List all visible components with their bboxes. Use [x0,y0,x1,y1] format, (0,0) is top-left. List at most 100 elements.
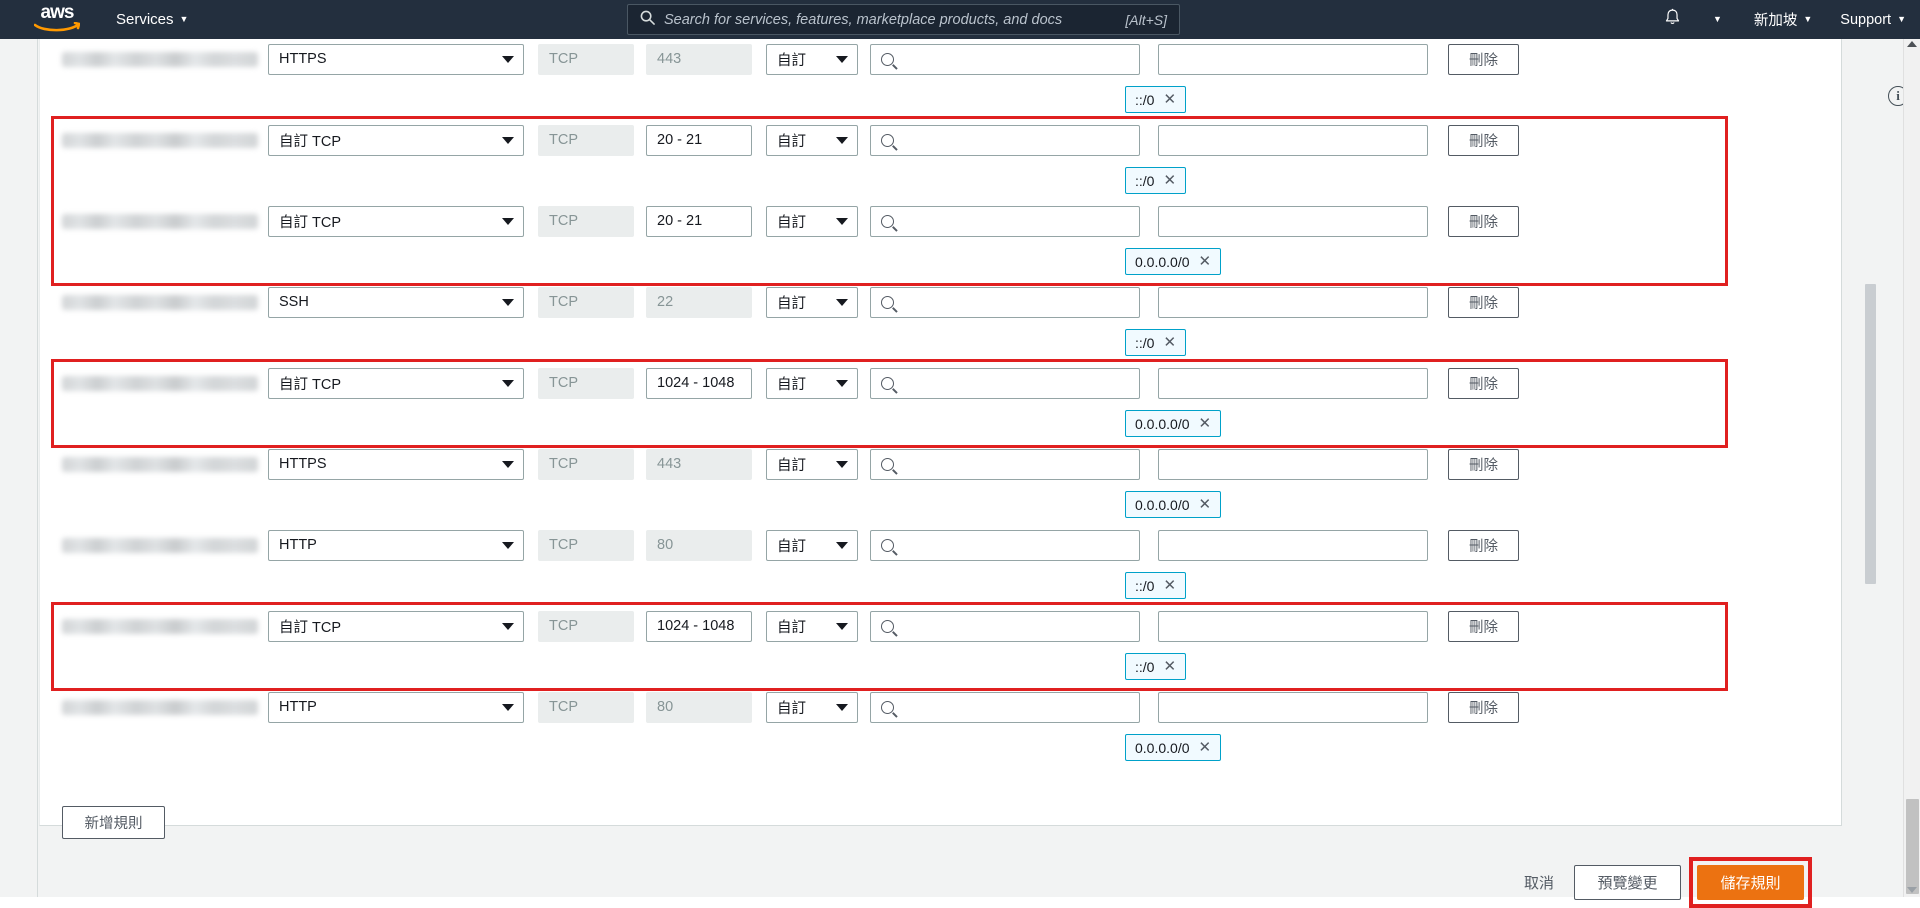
delete-rule-button[interactable]: 刪除 [1448,448,1519,480]
rule-block: HTTPS TCP 443 自訂 刪除::/0 ✕ [40,39,1841,120]
source-search-input[interactable] [870,610,1140,642]
delete-rule-button[interactable]: 刪除 [1448,205,1519,237]
chevron-down-icon [836,137,848,144]
cidr-chip: ::/0 ✕ [1125,329,1187,356]
rule-type-select[interactable]: HTTPS [268,43,524,75]
panel-scrollbar[interactable] [1864,39,1878,859]
port-range-input[interactable]: 20 - 21 [646,205,752,237]
source-type-value: 自訂 [777,538,806,555]
port-range-field: 443 [646,43,752,75]
save-rules-button[interactable]: 儲存規則 [1697,864,1804,900]
delete-rule-button[interactable]: 刪除 [1448,124,1519,156]
source-search-input[interactable] [870,205,1140,237]
rule-type-value: 自訂 TCP [279,214,342,231]
source-type-select[interactable]: 自訂 [766,367,858,399]
close-icon[interactable]: ✕ [1163,578,1176,593]
close-icon[interactable]: ✕ [1199,740,1212,755]
source-type-select[interactable]: 自訂 [766,205,858,237]
delete-rule-button[interactable]: 刪除 [1448,691,1519,723]
rule-type-select[interactable]: 自訂 TCP [268,367,524,399]
source-search-input[interactable] [870,367,1140,399]
scroll-up-arrow-icon[interactable] [1907,41,1917,47]
source-search-input[interactable] [870,286,1140,318]
source-type-select[interactable]: 自訂 [766,529,858,561]
rule-type-select[interactable]: HTTP [268,529,524,561]
source-search-input[interactable] [870,691,1140,723]
panel-scrollbar-thumb[interactable] [1865,284,1876,584]
rule-type-select[interactable]: 自訂 TCP [268,610,524,642]
source-type-select[interactable]: 自訂 [766,610,858,642]
rule-type-select[interactable]: 自訂 TCP [268,124,524,156]
rule-type-select[interactable]: 自訂 TCP [268,205,524,237]
table-row: 自訂 TCP TCP 20 - 21 自訂 刪除 [40,201,1841,241]
delete-rule-button[interactable]: 刪除 [1448,529,1519,561]
description-input[interactable] [1158,286,1428,318]
close-icon[interactable]: ✕ [1163,92,1176,107]
source-type-select[interactable]: 自訂 [766,124,858,156]
footer-actions: 取消 預覽變更 儲存規則 [39,856,1842,908]
protocol-field: TCP [538,448,634,480]
security-group-id-blurred [62,132,258,148]
source-search-input[interactable] [870,43,1140,75]
close-icon[interactable]: ✕ [1199,416,1212,431]
port-range-input[interactable]: 1024 - 1048 [646,610,752,642]
close-icon[interactable]: ✕ [1163,335,1176,350]
description-input[interactable] [1158,529,1428,561]
rule-type-select[interactable]: HTTP [268,691,524,723]
close-icon[interactable]: ✕ [1163,659,1176,674]
description-input[interactable] [1158,448,1428,480]
rule-block: 自訂 TCP TCP 20 - 21 自訂 刪除 0.0.0.0/0 ✕ [40,201,1841,282]
source-type-select[interactable]: 自訂 [766,448,858,480]
source-type-select[interactable]: 自訂 [766,286,858,318]
description-input[interactable] [1158,610,1428,642]
rule-type-value: 自訂 TCP [279,133,342,150]
source-type-value: 自訂 [777,133,806,150]
preview-changes-button[interactable]: 預覽變更 [1574,864,1681,900]
table-row: 自訂 TCP TCP 1024 - 1048 自訂 刪除 [40,606,1841,646]
description-input[interactable] [1158,43,1428,75]
source-type-value: 自訂 [777,457,806,474]
delete-rule-button[interactable]: 刪除 [1448,43,1519,75]
delete-rule-button[interactable]: 刪除 [1448,367,1519,399]
search-icon [881,700,894,714]
rule-type-value: SSH [279,294,309,310]
cancel-button[interactable]: 取消 [1504,872,1574,893]
source-search-input[interactable] [870,529,1140,561]
support-menu-button[interactable]: Support ▼ [1826,0,1920,39]
add-rule-button[interactable]: 新增規則 [62,806,165,839]
port-range-input[interactable]: 1024 - 1048 [646,367,752,399]
search-input-placeholder: Search for services, features, marketpla… [664,11,1063,28]
global-search-bar[interactable]: Search for services, features, marketpla… [627,4,1180,35]
close-icon[interactable]: ✕ [1163,173,1176,188]
source-type-select[interactable]: 自訂 [766,691,858,723]
source-type-select[interactable]: 自訂 [766,43,858,75]
delete-rule-button[interactable]: 刪除 [1448,610,1519,642]
description-input[interactable] [1158,205,1428,237]
services-menu-button[interactable]: Services ▼ [110,7,194,32]
description-input[interactable] [1158,367,1428,399]
close-icon[interactable]: ✕ [1199,497,1212,512]
search-icon [881,376,894,390]
source-search-input[interactable] [870,124,1140,156]
rule-type-select[interactable]: SSH [268,286,524,318]
source-search-input[interactable] [870,448,1140,480]
cidr-chip-label: ::/0 [1135,172,1155,189]
cidr-chip-lane: ::/0 ✕ [40,79,1841,120]
delete-rule-button[interactable]: 刪除 [1448,286,1519,318]
rule-type-select[interactable]: HTTPS [268,448,524,480]
browser-scrollbar-thumb[interactable] [1906,799,1919,894]
description-input[interactable] [1158,124,1428,156]
close-icon[interactable]: ✕ [1199,254,1212,269]
scroll-down-arrow-icon[interactable] [1907,887,1917,893]
aws-logo[interactable]: aws [26,3,88,36]
description-input[interactable] [1158,691,1428,723]
notifications-button[interactable] [1650,0,1695,39]
cidr-chip: ::/0 ✕ [1125,167,1187,194]
port-range-input[interactable]: 20 - 21 [646,124,752,156]
region-menu-button[interactable]: 新加坡 ▼ [1740,0,1826,39]
account-menu-button[interactable]: ▼ [1695,0,1740,39]
browser-scrollbar[interactable] [1903,39,1920,897]
source-type-value: 自訂 [777,214,806,231]
chevron-down-icon [502,542,514,549]
bell-icon [1664,8,1681,31]
